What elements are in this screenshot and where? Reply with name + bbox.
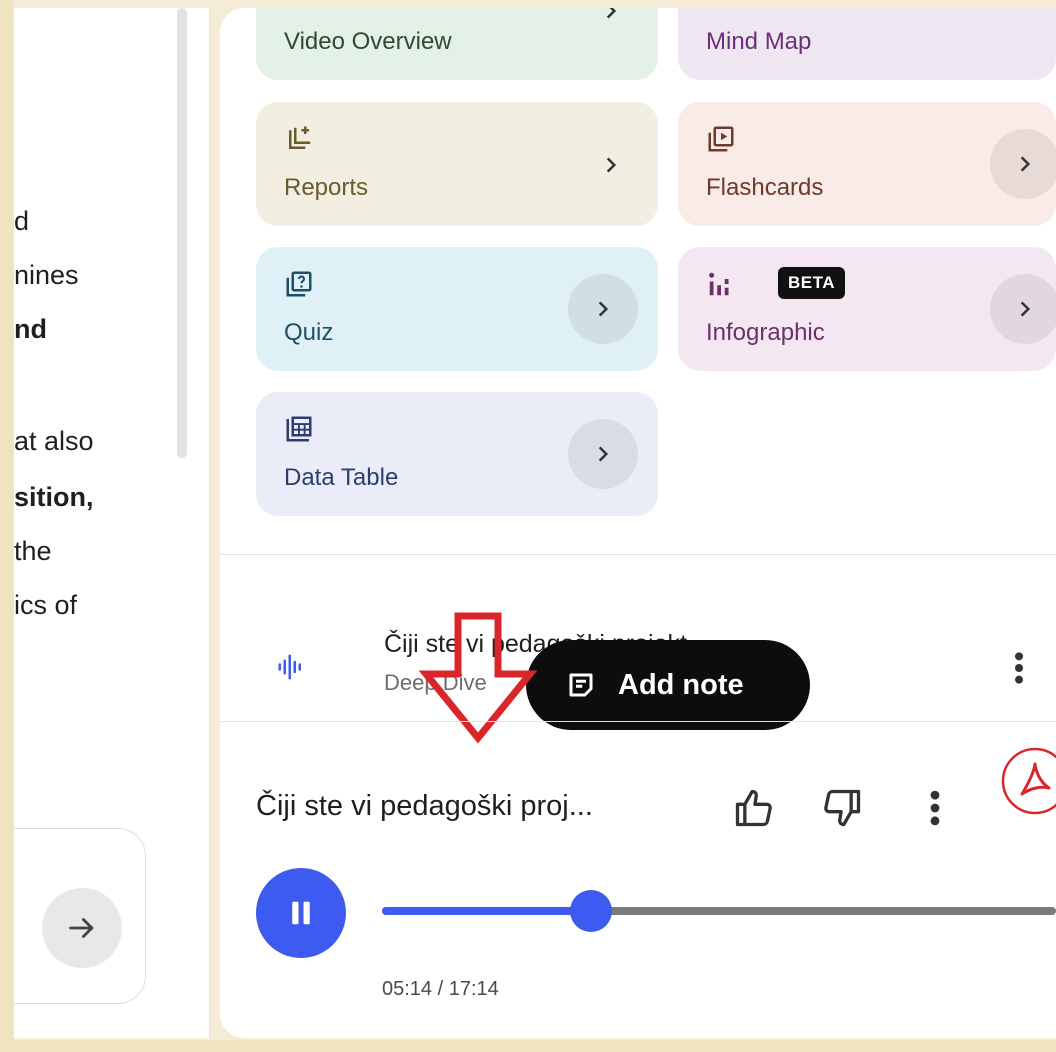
chat-text-line: nd	[14, 314, 47, 344]
add-note-label: Add note	[618, 668, 744, 701]
chevron-right-icon[interactable]	[568, 419, 638, 489]
tile-quiz[interactable]: Quiz	[256, 247, 658, 371]
chevron-right-icon[interactable]	[990, 129, 1056, 199]
chevron-right-icon[interactable]	[576, 130, 646, 200]
tile-label: Infographic	[706, 319, 825, 346]
progress-thumb[interactable]	[569, 890, 612, 932]
quiz-icon	[286, 271, 312, 297]
chat-text-line: ics of	[14, 590, 78, 620]
chat-scrollbar[interactable]	[177, 8, 187, 458]
tile-label: Quiz	[284, 319, 334, 346]
data-table-icon	[286, 416, 312, 442]
progress-slider[interactable]	[382, 890, 1056, 932]
divider	[220, 554, 1056, 555]
tile-label: Video Overview	[284, 28, 452, 55]
tile-flashcards[interactable]: Flashcards	[678, 102, 1056, 226]
tile-label: Flashcards	[706, 174, 824, 201]
chat-text-line: at also	[14, 426, 94, 456]
frame-top	[0, 0, 1056, 8]
tile-video-overview[interactable]: Video Overview	[256, 8, 658, 80]
divider	[220, 721, 1056, 722]
frame-left	[0, 0, 14, 1052]
frame-bottom	[0, 1040, 1056, 1052]
infographic-icon	[709, 272, 729, 296]
red-arrow-annotation	[418, 612, 538, 744]
add-note-button[interactable]: Add note	[526, 640, 810, 730]
tile-label: Data Table	[284, 464, 399, 491]
chevron-right-icon[interactable]	[576, 8, 646, 46]
arrow-right-icon	[69, 918, 94, 938]
send-button[interactable]	[42, 888, 122, 968]
progress-fill	[382, 907, 591, 915]
tile-infographic[interactable]: BETA Infographic	[678, 247, 1056, 371]
pause-icon	[292, 901, 310, 925]
beta-badge: BETA	[778, 267, 846, 299]
chat-text-line: d	[14, 206, 30, 236]
studio-panel: Video Overview Mind Map Reports Flashcar…	[220, 8, 1056, 1038]
chat-panel: d nines nd at also sition, the ics of	[14, 8, 210, 1038]
tile-label: Reports	[284, 174, 369, 201]
reports-icon	[289, 126, 311, 149]
player-title: Čiji ste vi pedagoški proj...	[256, 790, 593, 822]
tile-mind-map[interactable]: Mind Map	[678, 8, 1056, 80]
pause-button[interactable]	[256, 868, 346, 958]
tile-label: Mind Map	[706, 28, 812, 55]
flashcards-icon	[708, 126, 734, 152]
tile-data-table[interactable]: Data Table	[256, 392, 658, 516]
pdf-icon[interactable]	[1000, 746, 1056, 816]
chat-text-line: the	[14, 536, 52, 566]
thumbs-down-icon[interactable]	[820, 786, 864, 830]
chevron-right-icon[interactable]	[568, 274, 638, 344]
chevron-right-icon[interactable]	[990, 274, 1056, 344]
chat-text-line: nines	[14, 260, 79, 290]
more-vert-icon[interactable]	[1004, 648, 1034, 688]
more-vert-icon[interactable]	[920, 786, 950, 830]
thumbs-up-icon[interactable]	[732, 786, 776, 830]
tile-reports[interactable]: Reports	[256, 102, 658, 226]
note-icon	[569, 673, 593, 697]
time-readout: 05:14 / 17:14	[382, 978, 499, 1000]
chat-text-line: sition,	[14, 482, 94, 512]
audio-waveform-icon	[278, 654, 301, 680]
